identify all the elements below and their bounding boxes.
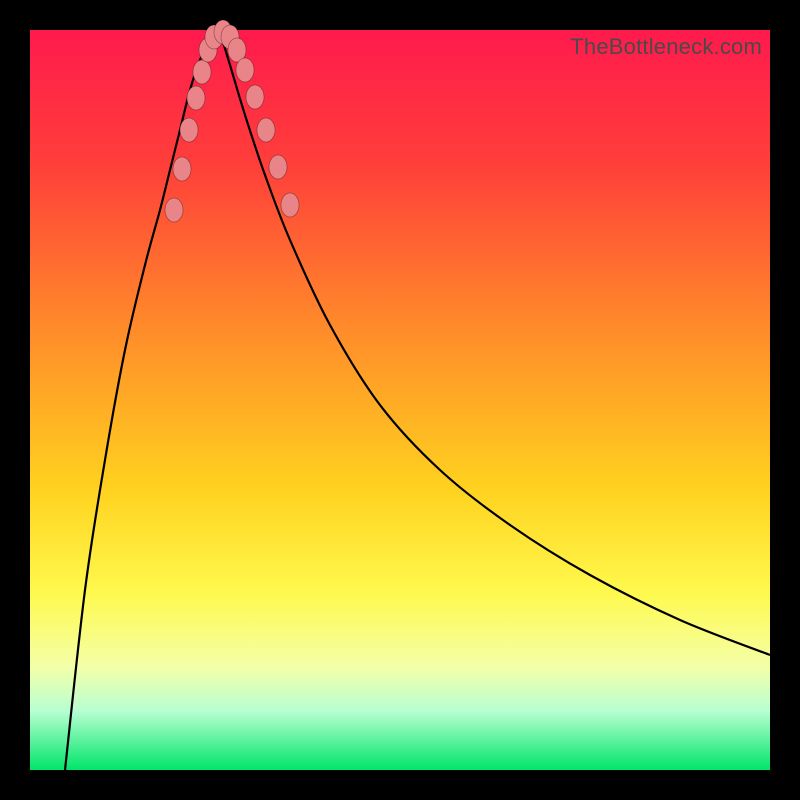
marker-point: [246, 85, 264, 109]
marker-point: [187, 86, 205, 110]
chart-frame: TheBottleneck.com: [0, 0, 800, 800]
curve-left-branch: [65, 32, 220, 770]
marker-point: [180, 118, 198, 142]
marker-point: [165, 198, 183, 222]
curve-layer: [30, 30, 770, 770]
marker-point: [173, 157, 191, 181]
marker-point: [236, 58, 254, 82]
marker-point: [193, 60, 211, 84]
marker-point: [281, 193, 299, 217]
plot-area: TheBottleneck.com: [30, 30, 770, 770]
marker-point: [269, 155, 287, 179]
curve-right-branch: [220, 32, 770, 655]
marker-point: [257, 118, 275, 142]
